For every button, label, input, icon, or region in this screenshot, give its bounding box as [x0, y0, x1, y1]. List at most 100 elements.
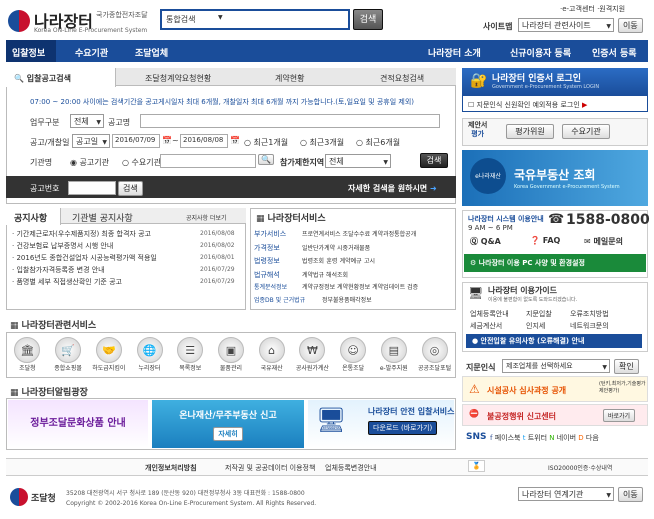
- tab-agency-notices[interactable]: 기관별 공지사항: [72, 211, 133, 224]
- property-ad[interactable]: e나라재산 국유부동산 조회 Korea Government e-Procurem…: [462, 150, 648, 206]
- date-type-select[interactable]: 공고일: [72, 134, 110, 148]
- nav-bid-info[interactable]: 입찰정보: [12, 46, 45, 59]
- bid-name-input[interactable]: [140, 114, 440, 128]
- notice-item[interactable]: · 품명별 세부 직접생산확인 기준 공고: [12, 276, 192, 288]
- vendor-change-link[interactable]: 업체등록변경안내: [325, 463, 377, 473]
- sitemap-select[interactable]: 나라장터 관련사이트: [518, 18, 614, 32]
- notice-item[interactable]: · 기간제근로자(우수제품지정) 최종 합격자 공고: [12, 228, 192, 240]
- related-pps[interactable]: 🏛 조달청: [7, 337, 47, 372]
- sitemap-label: 사이트맵: [483, 22, 513, 31]
- region-select[interactable]: 전체: [325, 154, 391, 168]
- cert-login[interactable]: 나라장터 인증서 로그인 Government e-Procurement Sys…: [462, 68, 648, 96]
- sitemap-go-button[interactable]: 이동: [618, 18, 643, 33]
- nav-new-user[interactable]: 신규이용자 등록: [510, 46, 571, 59]
- date-from-input[interactable]: 2016/07/09: [112, 134, 160, 148]
- report-center[interactable]: ⛔ 불공정행위 신고센터 바로가기: [462, 404, 648, 426]
- related-property[interactable]: ⌂ 국유재산: [252, 337, 292, 372]
- banner-safe-bid[interactable]: 🖥 나라장터 안전 입찰서비스 다운로드 (바로가기): [308, 400, 455, 448]
- award-badge[interactable]: 🏅: [468, 460, 485, 472]
- tab-contract-status[interactable]: 계약현황: [275, 73, 304, 84]
- mail-link[interactable]: ✉ 메일문의: [584, 236, 623, 247]
- iso-link[interactable]: ISO20000인증·수상내역: [548, 463, 612, 472]
- search-button[interactable]: 검색: [353, 9, 383, 30]
- recent-6m[interactable]: ○ 최근6개월: [356, 137, 400, 148]
- helpdesk-phone: 1588-0800: [566, 212, 650, 228]
- fingerprint-confirm-button[interactable]: 확인: [614, 359, 639, 374]
- nav-supplier[interactable]: 조달업체: [135, 46, 168, 59]
- notice-item[interactable]: · 2016년도 종합건설업자 시공능력평가액 적용일: [12, 252, 192, 264]
- banner-culture[interactable]: 정부조달문화상품 안내: [8, 400, 148, 448]
- banner-property-button[interactable]: 자세히: [213, 427, 243, 441]
- nav-certificate[interactable]: 인증서 등록: [592, 46, 637, 59]
- related-goods[interactable]: ▣ 물품관리: [211, 337, 251, 372]
- guide-link[interactable]: 네트워크문의: [570, 322, 609, 330]
- related-nuri[interactable]: 🌐 누리장터: [130, 337, 170, 372]
- related-eorder[interactable]: ▤ e-발주지원: [374, 337, 414, 372]
- fingerprint-label: 지문인식: [466, 363, 496, 372]
- safe-bid-guide-button[interactable]: ● 안전입찰 유의사항 (오류해결) 안내: [466, 334, 642, 348]
- qna-link[interactable]: Ⓠ Q&A: [470, 236, 501, 247]
- guide-link[interactable]: 업체등록안내: [470, 308, 526, 320]
- nav-demand-agency[interactable]: 수요기관: [75, 46, 108, 59]
- related-cost[interactable]: ₩ 공사원가계산: [292, 337, 332, 372]
- related-subcontract[interactable]: 🤝 하도급지킴이: [89, 337, 129, 372]
- tab-notices[interactable]: 공지사항: [14, 211, 47, 224]
- guide-subtitle: 이용에 불편함이 없도록 도와드리겠습니다.: [488, 297, 578, 303]
- notice-item[interactable]: · 건강보험료 납부증명서 시행 안내: [12, 240, 192, 252]
- nav-about[interactable]: 나라장터 소개: [428, 46, 481, 59]
- related-ontong[interactable]: ☺ 온통조달: [333, 337, 373, 372]
- tab-bid-search[interactable]: 🔍 입찰공고검색: [14, 73, 71, 84]
- linked-agency-go-button[interactable]: 이동: [618, 487, 643, 502]
- search-notice: 07:00 ~ 20:00 사이에는 검색기간을 공고게시일자 최대 6개월, …: [30, 98, 414, 106]
- guide-link[interactable]: 지문입찰: [526, 308, 570, 320]
- agency-input[interactable]: [160, 154, 256, 168]
- biz-select[interactable]: 전체: [70, 114, 104, 128]
- banner-property[interactable]: 온나재산/무주부동산 신고 자세히: [152, 400, 304, 448]
- copyright-policy-link[interactable]: 저작권 및 공공데이터 이용정책: [225, 463, 315, 473]
- chevron-down-icon[interactable]: ▼: [218, 14, 223, 21]
- logo-icon: [8, 10, 30, 32]
- privacy-link[interactable]: 개인정보처리방침: [145, 463, 197, 473]
- faq-link[interactable]: ❓ FAQ: [530, 236, 560, 245]
- calendar-icon[interactable]: 📅: [162, 136, 172, 145]
- calendar-icon[interactable]: 📅: [230, 136, 240, 145]
- notice-dates: 2016/08/08 2016/08/02 2016/08/01 2016/07/29…: [200, 230, 235, 285]
- people-icon: ☺: [340, 337, 367, 363]
- related-portal[interactable]: ◎ 공공조달포털: [415, 337, 455, 372]
- monitor-icon: 🖥: [468, 286, 484, 300]
- guide-link[interactable]: 세금계산서: [470, 320, 526, 332]
- detail-search-link[interactable]: 자세한 검색을 원하시면 ➜: [348, 183, 437, 194]
- recent-1m[interactable]: ○ 최근1개월: [244, 137, 288, 148]
- customer-center-link[interactable]: ·e-고객센터: [560, 5, 595, 13]
- bid-no-input[interactable]: [68, 181, 116, 195]
- search-scope[interactable]: 통합검색: [166, 14, 195, 25]
- demand-agency-button[interactable]: 수요기관: [562, 124, 610, 139]
- bid-search-button[interactable]: 검색: [420, 153, 448, 168]
- linked-agency-select[interactable]: 나라장터 연계기관: [518, 487, 614, 501]
- globe-icon: 🌐: [136, 337, 163, 363]
- date-to-input[interactable]: 2016/08/08: [180, 134, 228, 148]
- region-label: 참가제한지역: [280, 158, 325, 167]
- search-icon[interactable]: 🔍: [258, 154, 274, 165]
- agency-radio-demand[interactable]: ○ 수요기관: [122, 157, 161, 168]
- safe-bid-download[interactable]: 다운로드 (바로가기): [368, 421, 438, 435]
- tab-contract-request[interactable]: 조달청계약요청현황: [145, 73, 211, 84]
- tab-quote-search[interactable]: 견적요청검색: [380, 73, 424, 84]
- agency-radio-posting[interactable]: ◉ 공고기관: [70, 157, 109, 168]
- guide-link[interactable]: 오류조치방법: [570, 310, 609, 318]
- bid-no-search-button[interactable]: 검색: [118, 181, 143, 196]
- search-box[interactable]: 통합검색 ▼: [160, 9, 350, 30]
- fingerprint-login[interactable]: ☐ 지문인식 신원확인 예외적용 로그인 ▶: [468, 100, 587, 110]
- report-go-button[interactable]: 바로가기: [603, 409, 636, 422]
- notice-more-link[interactable]: 공지사항 더보기: [186, 213, 227, 222]
- facility-review[interactable]: ⚠ 시설공사 심사과정 공개 (턴키,최저가,기술평가 제안평가): [462, 376, 648, 402]
- pc-env-link[interactable]: ⚙ 나라장터 이용 PC 사양 및 환경설정: [464, 254, 646, 272]
- evaluator-button[interactable]: 평가위원: [506, 124, 554, 139]
- guide-link[interactable]: 인지세: [526, 320, 570, 332]
- related-catalog[interactable]: ☰ 목록정보: [170, 337, 210, 372]
- fingerprint-vendor-select[interactable]: 제조업체를 선택하세요: [502, 359, 610, 373]
- remote-support-link[interactable]: ·원격지원: [597, 5, 625, 13]
- recent-3m[interactable]: ○ 최근3개월: [300, 137, 344, 148]
- notice-item[interactable]: · 입찰참가자격등록증 변경 안내: [12, 264, 192, 276]
- related-mall[interactable]: 🛒 종합쇼핑몰: [48, 337, 88, 372]
